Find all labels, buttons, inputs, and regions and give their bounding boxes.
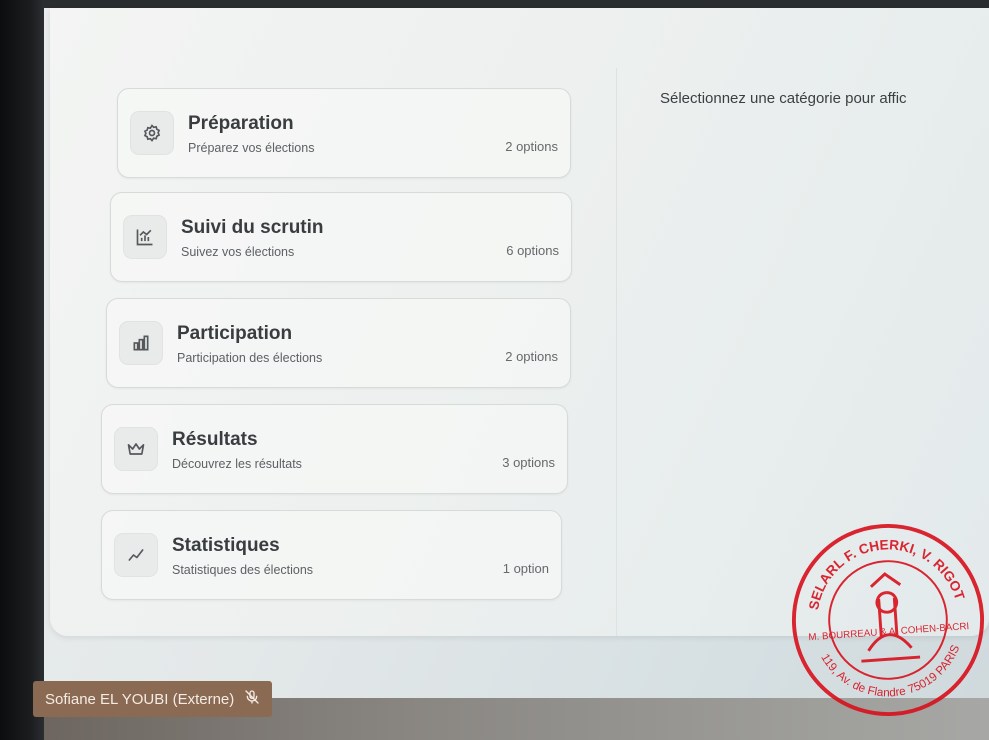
participant-name-tag: Sofiane EL YOUBI (Externe): [33, 681, 273, 717]
category-subtitle: Statistiques des élections: [172, 563, 314, 577]
category-subtitle: Participation des élections: [177, 351, 323, 365]
category-title: Suivi du scrutin: [181, 217, 324, 238]
bar-chart-2-icon: [119, 321, 163, 365]
category-card-participation[interactable]: Participation Participation des élection…: [106, 298, 571, 388]
category-card-preparation[interactable]: Préparation Préparez vos élections 2 opt…: [117, 88, 571, 178]
category-subtitle: Préparez vos élections: [188, 141, 315, 155]
category-card-suivi[interactable]: Suivi du scrutin Suivez vos élections 6 …: [110, 192, 572, 282]
bailiff-stamp: SELARL F. CHERKI, V. RIGOT 119, Av. de F…: [783, 515, 989, 724]
category-option-count: 6 options: [506, 243, 559, 258]
category-title: Préparation: [188, 113, 294, 134]
panel-divider: [616, 68, 617, 636]
settings-icon: [130, 111, 174, 155]
bar-chart-icon: [123, 215, 167, 259]
category-title: Statistiques: [172, 535, 280, 556]
svg-text:M. BOURREAU & A. COHEN-BACRI: M. BOURREAU & A. COHEN-BACRI: [808, 621, 970, 643]
category-option-count: 3 options: [502, 455, 555, 470]
category-card-resultats[interactable]: Résultats Découvrez les résultats 3 opti…: [101, 404, 568, 494]
category-subtitle: Suivez vos élections: [181, 245, 295, 259]
participant-name: Sofiane EL YOUBI (Externe): [45, 690, 235, 708]
category-option-count: 1 option: [502, 561, 549, 576]
category-subtitle: Découvrez les résultats: [172, 457, 302, 471]
category-hint: Sélectionnez une catégorie pour affic: [660, 90, 907, 107]
crown-icon: [114, 427, 158, 471]
category-card-statistiques[interactable]: Statistiques Statistiques des élections …: [101, 510, 562, 600]
category-option-count: 2 options: [505, 349, 558, 364]
trend-icon: [114, 533, 158, 577]
mic-muted-icon: [244, 689, 260, 709]
screen-bezel-left: [0, 0, 44, 740]
category-title: Participation: [177, 323, 293, 344]
category-title: Résultats: [172, 429, 258, 450]
category-option-count: 2 options: [505, 139, 558, 154]
